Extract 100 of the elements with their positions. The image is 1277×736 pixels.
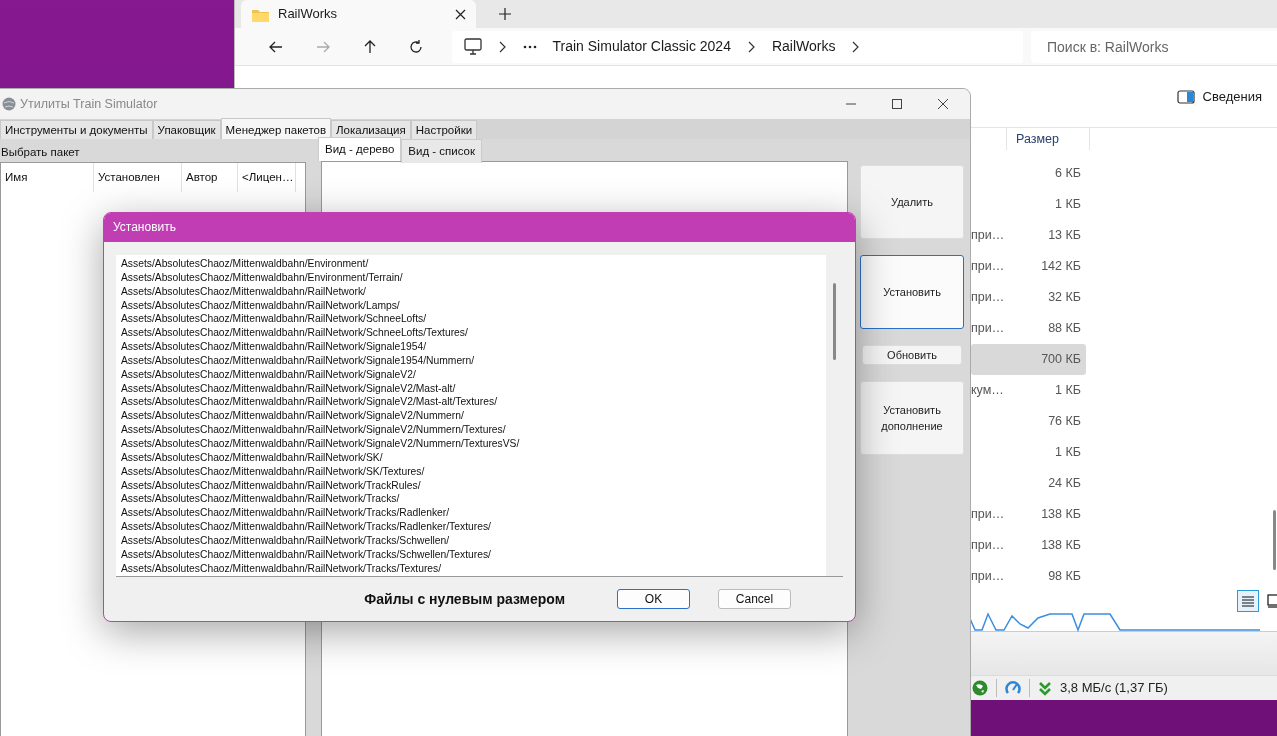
action-button[interactable]: Обновить xyxy=(862,345,962,365)
file-row[interactable]: при… 98 КБ xyxy=(971,561,1086,592)
file-row[interactable]: 24 КБ xyxy=(971,468,1086,499)
file-row[interactable]: при… 138 КБ xyxy=(971,530,1086,561)
transfer-rate: 3,8 МБ/с (1,37 ГБ) xyxy=(1060,679,1168,698)
file-size: 138 КБ xyxy=(1041,507,1081,522)
more-icon[interactable] xyxy=(522,43,537,50)
file-row[interactable]: 1 КБ xyxy=(971,189,1086,220)
list-item: Assets/AbsolutesChaoz/Mittenwaldbahn/RailNetwork/Tracks/Schwellen/ xyxy=(121,533,451,548)
file-type: при… xyxy=(971,507,1005,522)
file-type: при… xyxy=(971,228,1005,243)
list-item: Assets/AbsolutesChaoz/Mittenwaldbahn/RailNetwork/SignaleV2/Nummern/ xyxy=(121,409,465,424)
action-button[interactable]: Установить дополнение xyxy=(860,381,964,455)
address-bar[interactable]: Train Simulator Classic 2024 RailWorks xyxy=(451,30,1023,63)
tab-title: RailWorks xyxy=(278,5,338,24)
tab[interactable]: Настройки xyxy=(410,120,478,139)
tab[interactable]: Вид - список xyxy=(401,138,483,163)
list-item: Assets/AbsolutesChaoz/Mittenwaldbahn/RailNetwork/SignaleV2/ xyxy=(121,367,417,382)
list-item: Assets/AbsolutesChaoz/Mittenwaldbahn/RailNetwork/Tracks/ xyxy=(121,492,401,507)
file-size: 88 КБ xyxy=(1048,321,1081,336)
file-row[interactable]: при… 32 КБ xyxy=(971,282,1086,313)
list-view-icon xyxy=(1240,593,1256,609)
globe-icon xyxy=(2,97,16,111)
list-item: Assets/AbsolutesChaoz/Mittenwaldbahn/RailNetwork/Tracks/Schwellen/Textures/ xyxy=(121,547,492,562)
file-size: 32 КБ xyxy=(1048,290,1081,305)
file-size: 6 КБ xyxy=(1055,166,1081,181)
column-header[interactable]: Автор xyxy=(182,163,238,193)
plus-icon[interactable] xyxy=(499,8,511,20)
file-size: 98 КБ xyxy=(1048,569,1081,584)
tab[interactable]: Локализация xyxy=(331,120,411,139)
tab[interactable]: Вид - дерево xyxy=(318,136,402,161)
refresh-icon[interactable] xyxy=(408,38,425,55)
action-button[interactable]: Удалить xyxy=(860,165,964,239)
download-icon xyxy=(1038,680,1052,696)
chevron-icon xyxy=(497,40,507,53)
list-item: Assets/AbsolutesChaoz/Mittenwaldbahn/RailNetwork/Lamps/ xyxy=(121,298,401,313)
list-item: Assets/AbsolutesChaoz/Mittenwaldbahn/RailNetwork/Tracks/Radlenker/Textures/ xyxy=(121,520,492,534)
panel-title: Выбрать пакет xyxy=(0,145,81,160)
tab[interactable]: Инструменты и документы xyxy=(0,120,153,139)
list-item: Assets/AbsolutesChaoz/Mittenwaldbahn/RailNetwork/SignaleV2/Nummern/Textures/ xyxy=(121,423,507,437)
list-item: Assets/AbsolutesChaoz/Mittenwaldbahn/RailNetwork/SK/ xyxy=(121,450,384,465)
list-item: Assets/AbsolutesChaoz/Mittenwaldbahn/RailNetwork/SK/Textures/ xyxy=(121,464,426,479)
explorer-tab[interactable]: RailWorks xyxy=(241,0,476,28)
close-icon[interactable] xyxy=(938,99,948,109)
file-row[interactable]: при… 142 КБ xyxy=(971,251,1086,282)
file-size: 138 КБ xyxy=(1041,538,1081,553)
list-item: Assets/AbsolutesChaoz/Mittenwaldbahn/RailNetwork/SignaleV2/Nummern/TexturesVS/ xyxy=(121,436,521,451)
search-field[interactable]: Поиск в: RailWorks xyxy=(1030,30,1277,63)
file-size: 1 КБ xyxy=(1055,197,1081,212)
file-row[interactable]: при… 88 КБ xyxy=(971,313,1086,344)
column-header[interactable]: Установлен xyxy=(94,163,182,193)
view-mode-button[interactable] xyxy=(1237,590,1259,612)
dialog-button[interactable]: OK xyxy=(617,589,690,609)
list-item: Assets/AbsolutesChaoz/Mittenwaldbahn/RailNetwork/SignaleV2/Mast-alt/Textures/ xyxy=(121,395,498,410)
file-size: 1 КБ xyxy=(1055,445,1081,460)
file-size: 700 КБ xyxy=(1041,352,1081,367)
file-size: 76 КБ xyxy=(1048,414,1081,429)
dialog-button[interactable]: Cancel xyxy=(718,589,791,609)
speedometer-icon xyxy=(1005,680,1021,696)
list-item: Assets/AbsolutesChaoz/Mittenwaldbahn/Environment/Terrain/ xyxy=(121,270,404,285)
file-row[interactable]: 76 КБ xyxy=(971,406,1086,437)
list-item: Assets/AbsolutesChaoz/Mittenwaldbahn/RailNetwork/Tracks/Radlenker/ xyxy=(121,506,451,521)
breadcrumb-item[interactable]: RailWorks xyxy=(771,36,836,57)
monitor-icon xyxy=(463,38,482,55)
window-title: Утилиты Train Simulator xyxy=(20,95,159,113)
file-type: при… xyxy=(971,259,1005,274)
column-header[interactable]: Имя xyxy=(1,163,94,193)
status-label: Файлы с нулевым размером xyxy=(364,589,565,609)
list-item: Assets/AbsolutesChaoz/Mittenwaldbahn/RailNetwork/SignaleV2/Mast-alt/ xyxy=(121,381,457,396)
tab[interactable]: Упаковщик xyxy=(152,120,221,139)
file-type: при… xyxy=(971,569,1005,584)
file-size: 142 КБ xyxy=(1041,259,1081,274)
column-header[interactable]: <Лицен… xyxy=(238,163,296,193)
close-icon[interactable] xyxy=(455,8,466,20)
tab[interactable]: Менеджер пакетов xyxy=(220,118,332,139)
globe-icon xyxy=(972,680,988,696)
action-button[interactable]: Установить xyxy=(860,255,964,329)
list-item: Assets/AbsolutesChaoz/Mittenwaldbahn/RailNetwork/Tracks/Textures/ xyxy=(121,561,443,576)
file-row[interactable]: при… 13 КБ xyxy=(971,220,1086,251)
scrollbar-thumb[interactable] xyxy=(1273,510,1276,570)
file-list[interactable] xyxy=(116,255,843,577)
column-header[interactable]: Размер xyxy=(1006,128,1090,150)
file-row[interactable]: кум… 1 КБ xyxy=(971,375,1086,406)
list-item: Assets/AbsolutesChaoz/Mittenwaldbahn/RailNetwork/SchneeLofts/Textures/ xyxy=(121,326,469,341)
file-size: 13 КБ xyxy=(1048,228,1081,243)
dialog-title: Установить xyxy=(104,213,855,242)
list-item: Assets/AbsolutesChaoz/Mittenwaldbahn/RailNetwork/TrackRules/ xyxy=(121,478,422,493)
maximize-icon[interactable] xyxy=(892,99,902,109)
list-item: Assets/AbsolutesChaoz/Mittenwaldbahn/RailNetwork/ xyxy=(121,284,367,299)
list-item: Assets/AbsolutesChaoz/Mittenwaldbahn/RailNetwork/SchneeLofts/ xyxy=(121,312,428,327)
file-row[interactable]: 1 КБ xyxy=(971,437,1086,468)
file-row[interactable]: 700 КБ xyxy=(971,344,1086,375)
file-type: при… xyxy=(971,538,1005,553)
chevron-icon xyxy=(851,40,861,53)
breadcrumb-item[interactable]: Train Simulator Classic 2024 xyxy=(552,36,731,57)
details-pane-icon xyxy=(1176,89,1195,104)
list-item: Assets/AbsolutesChaoz/Mittenwaldbahn/Environment/ xyxy=(121,257,370,271)
file-row[interactable]: при… 138 КБ xyxy=(971,499,1086,530)
details-button[interactable]: Сведения xyxy=(1172,86,1266,107)
file-row[interactable]: 6 КБ xyxy=(971,158,1086,189)
